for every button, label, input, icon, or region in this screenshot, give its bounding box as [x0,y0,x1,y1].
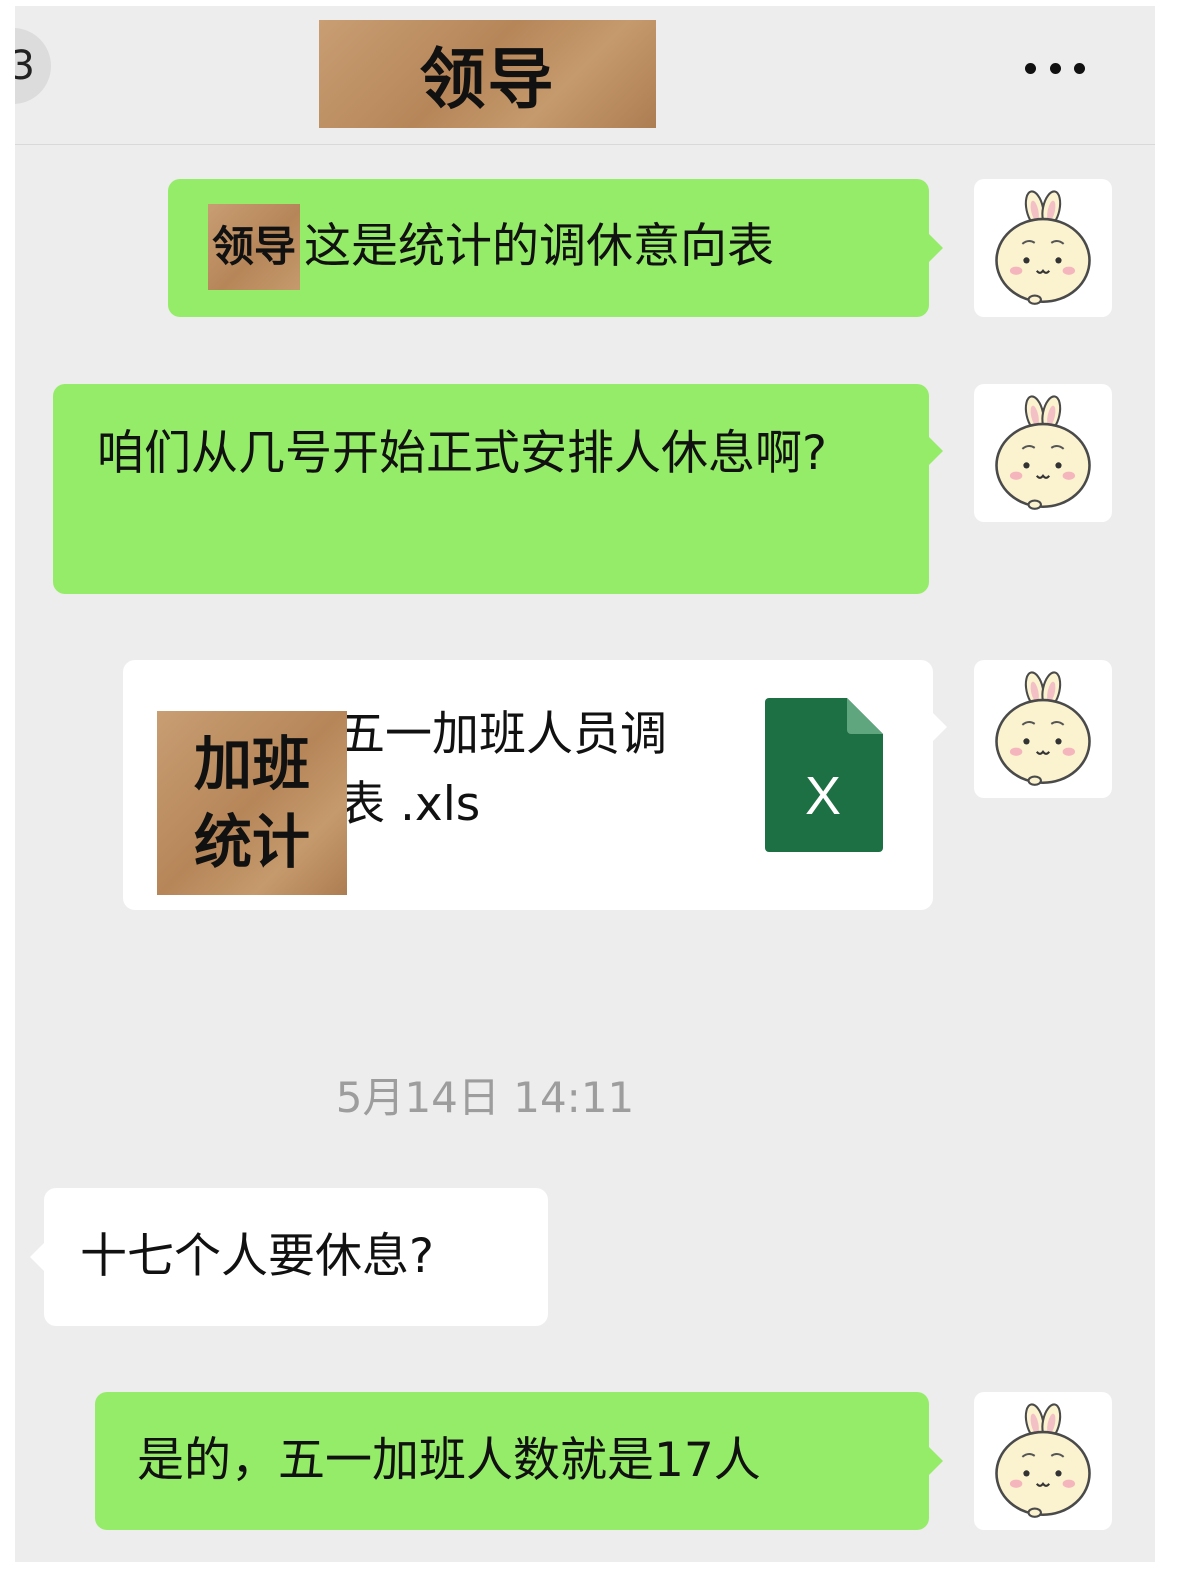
bunny-avatar-icon [995,1403,1091,1518]
message-bubble-sent[interactable]: 咱们从几号开始正式安排人休息啊? [53,384,943,594]
bubble-tail [928,436,943,466]
more-dot-icon [1025,62,1036,74]
avatar[interactable] [974,384,1112,522]
excel-file-icon: X [765,698,883,852]
chat-title-text: 领导 [419,41,556,118]
name-tag: 领导 [208,204,301,290]
bubble-tail [932,712,947,742]
message-text: 是的，五一加班人数就是17人 [137,1433,761,1488]
chat-header: 3 领导 [15,6,1155,145]
file-name: 五一加班人员调 表 .xls [338,700,708,840]
bunny-avatar-icon [995,395,1091,510]
file-message-card[interactable]: 五一加班人员调 表 .xls 加班 统计 X [123,660,947,910]
chat-screen: 3 领导 领导 这是统计的调休意向表 咱们从几号开始正式安排人休息啊? 五一加班… [15,6,1155,1562]
back-button[interactable]: 3 [15,28,51,104]
avatar[interactable] [974,1392,1112,1530]
bunny-avatar-icon [995,190,1091,305]
file-name-line-2: 表 .xls [338,777,481,832]
more-dot-icon [1074,62,1085,74]
file-name-line-1: 五一加班人员调 [338,707,667,762]
bunny-avatar-icon [995,671,1091,786]
more-dot-icon [1049,62,1061,74]
file-cover-label: 加班 统计 [157,711,347,895]
message-timestamp: 5月14日 14:11 [335,1073,635,1122]
bubble-tail [928,1446,943,1476]
avatar[interactable] [974,179,1112,317]
excel-letter: X [805,766,841,826]
message-text: 咱们从几号开始正式安排人休息啊? [97,426,827,481]
chat-title: 领导 [319,20,656,128]
message-text: 这是统计的调休意向表 [304,219,775,274]
bubble-tail [30,1242,45,1272]
more-options-button[interactable] [1025,58,1085,78]
message-bubble-sent[interactable]: 领导 这是统计的调休意向表 [168,179,943,317]
bubble-tail [928,233,943,263]
message-bubble-received[interactable]: 十七个人要休息? [30,1188,548,1326]
message-bubble-sent[interactable]: 是的，五一加班人数就是17人 [95,1392,943,1530]
avatar[interactable] [974,660,1112,798]
message-text: 十七个人要休息? [80,1229,434,1284]
